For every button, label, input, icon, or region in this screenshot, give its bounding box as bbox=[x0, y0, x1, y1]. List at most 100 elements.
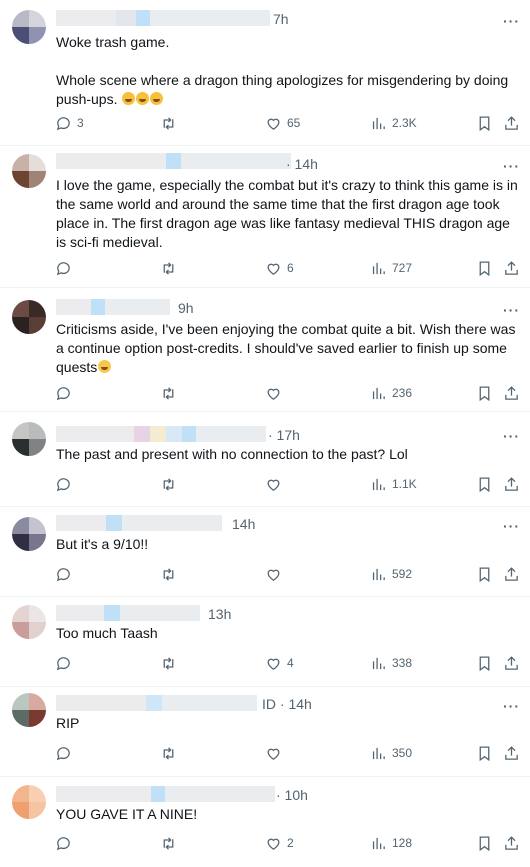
like-icon bbox=[265, 260, 282, 277]
more-icon[interactable]: ··· bbox=[503, 303, 520, 317]
reply-post[interactable]: 7h ··· Woke trash game. Whole scene wher… bbox=[0, 0, 530, 146]
reply-button[interactable] bbox=[55, 653, 77, 673]
more-icon[interactable]: ··· bbox=[503, 159, 520, 173]
bookmark-button[interactable] bbox=[476, 743, 493, 763]
share-button[interactable] bbox=[503, 833, 520, 853]
reply-post[interactable]: · 14h ··· I love the game, especially th… bbox=[0, 146, 530, 288]
like-button[interactable] bbox=[265, 564, 287, 584]
bookmark-button[interactable] bbox=[476, 564, 493, 584]
repost-icon bbox=[160, 745, 177, 762]
share-button[interactable] bbox=[503, 383, 520, 403]
author-name-redacted[interactable] bbox=[56, 786, 275, 802]
repost-icon bbox=[160, 566, 177, 583]
repost-button[interactable] bbox=[160, 474, 182, 494]
like-button[interactable]: 65 bbox=[265, 113, 300, 133]
avatar[interactable] bbox=[12, 693, 46, 727]
share-button[interactable] bbox=[503, 653, 520, 673]
like-button[interactable]: 2 bbox=[265, 833, 294, 853]
avatar[interactable] bbox=[12, 422, 46, 456]
share-button[interactable] bbox=[503, 474, 520, 494]
more-icon[interactable]: ··· bbox=[503, 14, 520, 28]
views-button[interactable]: 350 bbox=[370, 743, 412, 763]
reply-post[interactable]: 14h ··· But it's a 9/10!! 592 bbox=[0, 507, 530, 597]
author-name-redacted[interactable] bbox=[56, 10, 270, 26]
views-count: 338 bbox=[392, 656, 413, 670]
like-button[interactable] bbox=[265, 383, 287, 403]
reply-post[interactable]: 9h ··· Criticisms aside, I've been enjoy… bbox=[0, 288, 530, 412]
repost-button[interactable] bbox=[160, 113, 182, 133]
avatar[interactable] bbox=[12, 605, 46, 639]
views-button[interactable]: 727 bbox=[370, 258, 412, 278]
repost-button[interactable] bbox=[160, 833, 182, 853]
bookmark-button[interactable] bbox=[476, 258, 493, 278]
post-time[interactable]: 7h bbox=[273, 11, 289, 27]
views-count: 350 bbox=[392, 746, 413, 760]
repost-button[interactable] bbox=[160, 653, 182, 673]
more-icon[interactable]: ··· bbox=[503, 699, 520, 713]
views-button[interactable]: 592 bbox=[370, 564, 412, 584]
more-icon[interactable]: ··· bbox=[503, 429, 520, 443]
views-button[interactable]: 338 bbox=[370, 653, 412, 673]
like-button[interactable]: 6 bbox=[265, 258, 294, 278]
repost-button[interactable] bbox=[160, 258, 182, 278]
post-time[interactable]: 14h bbox=[232, 516, 255, 532]
reply-button[interactable]: 3 bbox=[55, 113, 84, 133]
reply-button[interactable] bbox=[55, 474, 77, 494]
like-button[interactable]: 4 bbox=[265, 653, 294, 673]
author-name-redacted[interactable] bbox=[56, 605, 200, 621]
bookmark-button[interactable] bbox=[476, 833, 493, 853]
repost-button[interactable] bbox=[160, 743, 182, 763]
views-button[interactable]: 1.1K bbox=[370, 474, 417, 494]
repost-button[interactable] bbox=[160, 564, 182, 584]
post-time[interactable]: · 14h bbox=[286, 156, 318, 172]
bookmark-button[interactable] bbox=[476, 653, 493, 673]
author-name-redacted[interactable] bbox=[56, 695, 257, 711]
share-button[interactable] bbox=[503, 258, 520, 278]
more-icon[interactable]: ··· bbox=[503, 519, 520, 533]
reply-button[interactable] bbox=[55, 258, 77, 278]
like-count: 6 bbox=[287, 261, 294, 275]
avatar[interactable] bbox=[12, 10, 46, 44]
like-count: 4 bbox=[287, 656, 294, 670]
reply-button[interactable] bbox=[55, 743, 77, 763]
share-icon bbox=[503, 476, 520, 493]
post-time[interactable]: · 10h bbox=[276, 787, 308, 803]
author-name-redacted[interactable] bbox=[56, 426, 266, 442]
repost-button[interactable] bbox=[160, 383, 182, 403]
post-time[interactable]: ID · 14h bbox=[262, 696, 312, 712]
reply-button[interactable] bbox=[55, 833, 77, 853]
like-button[interactable] bbox=[265, 743, 287, 763]
views-count: 1.1K bbox=[392, 477, 417, 491]
post-text: Woke trash game. Whole scene where a dra… bbox=[56, 34, 509, 107]
views-button[interactable]: 236 bbox=[370, 383, 412, 403]
bookmark-button[interactable] bbox=[476, 474, 493, 494]
reply-button[interactable] bbox=[55, 383, 77, 403]
share-icon bbox=[503, 260, 520, 277]
share-button[interactable] bbox=[503, 113, 520, 133]
reply-post[interactable]: 13h Too much Taash 4 338 bbox=[0, 597, 530, 687]
author-name-redacted[interactable] bbox=[56, 515, 222, 531]
views-button[interactable]: 128 bbox=[370, 833, 412, 853]
reply-button[interactable] bbox=[55, 564, 77, 584]
reply-icon bbox=[55, 385, 72, 402]
avatar[interactable] bbox=[12, 154, 46, 188]
bookmark-button[interactable] bbox=[476, 113, 493, 133]
reply-post[interactable]: ID · 14h ··· RIP 350 bbox=[0, 687, 530, 777]
avatar[interactable] bbox=[12, 517, 46, 551]
share-button[interactable] bbox=[503, 743, 520, 763]
bookmark-button[interactable] bbox=[476, 383, 493, 403]
post-time[interactable]: 13h bbox=[208, 606, 231, 622]
avatar[interactable] bbox=[12, 300, 46, 334]
like-icon bbox=[265, 835, 282, 852]
avatar[interactable] bbox=[12, 785, 46, 819]
post-time[interactable]: · 17h bbox=[268, 427, 300, 443]
post-text: RIP bbox=[56, 715, 80, 731]
like-button[interactable] bbox=[265, 474, 287, 494]
author-name-redacted[interactable] bbox=[56, 299, 170, 315]
reply-post[interactable]: · 10h YOU GAVE IT A NINE! 2 128 bbox=[0, 777, 530, 867]
views-button[interactable]: 2.3K bbox=[370, 113, 417, 133]
author-name-redacted[interactable] bbox=[56, 153, 291, 169]
share-button[interactable] bbox=[503, 564, 520, 584]
reply-post[interactable]: · 17h ··· The past and present with no c… bbox=[0, 412, 530, 507]
post-time[interactable]: 9h bbox=[178, 300, 194, 316]
